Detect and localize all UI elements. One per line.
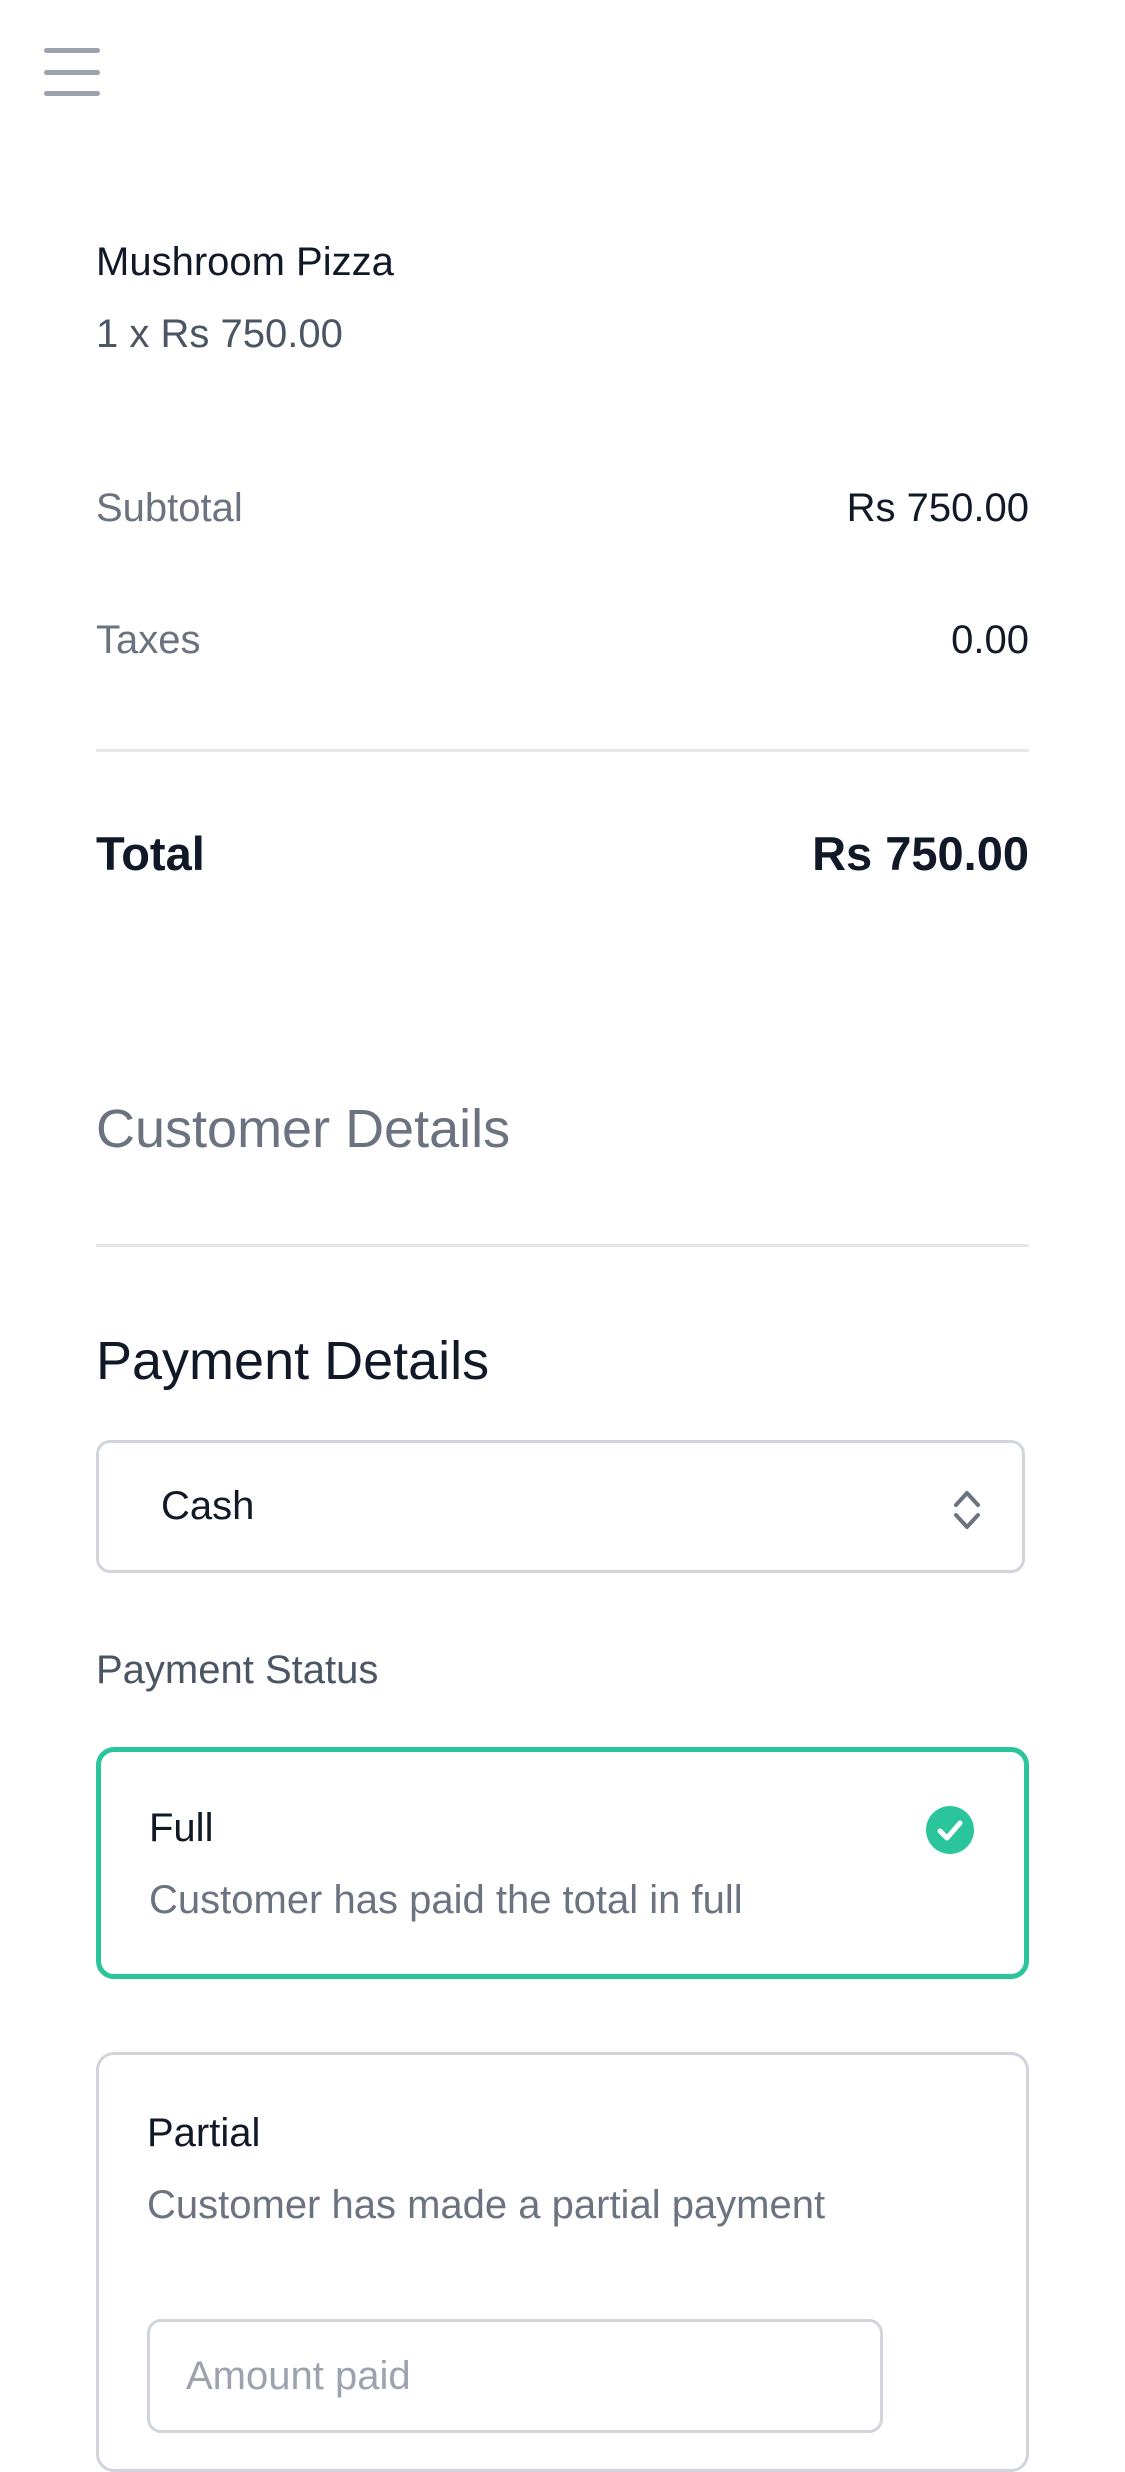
order-item-name: Mushroom Pizza xyxy=(96,240,394,284)
hamburger-menu-icon[interactable] xyxy=(44,48,100,96)
total-row: Total Rs 750.00 xyxy=(96,826,1029,881)
total-value: Rs 750.00 xyxy=(812,827,1029,880)
menu-line xyxy=(44,91,100,96)
summary-divider xyxy=(96,749,1029,752)
subtotal-value: Rs 750.00 xyxy=(846,486,1029,530)
option-full-title: Full xyxy=(149,1806,214,1850)
menu-line xyxy=(44,69,100,75)
amount-paid-input[interactable] xyxy=(147,2319,883,2433)
payment-option-full[interactable]: Full Customer has paid the total in full xyxy=(96,1747,1029,1979)
option-full-description: Customer has paid the total in full xyxy=(149,1878,743,1922)
select-arrows-icon xyxy=(954,1491,980,1529)
subtotal-row: Subtotal Rs 750.00 xyxy=(96,486,1029,531)
check-circle-icon xyxy=(926,1806,974,1854)
payment-method-select[interactable]: Cash xyxy=(96,1440,1025,1573)
taxes-value: 0.00 xyxy=(951,618,1029,662)
customer-details-title[interactable]: Customer Details xyxy=(96,1098,510,1160)
option-partial-description: Customer has made a partial payment xyxy=(147,2183,826,2227)
payment-option-partial[interactable]: Partial Customer has made a partial paym… xyxy=(96,2052,1029,2472)
option-partial-title: Partial xyxy=(147,2111,261,2155)
section-divider xyxy=(96,1244,1029,1247)
taxes-label: Taxes xyxy=(96,618,201,662)
payment-status-label: Payment Status xyxy=(96,1648,379,1692)
menu-line xyxy=(44,48,100,53)
order-item-quantity-price: 1 x Rs 750.00 xyxy=(96,312,343,356)
taxes-row: Taxes 0.00 xyxy=(96,618,1029,663)
total-label: Total xyxy=(96,827,205,880)
payment-method-value: Cash xyxy=(161,1484,255,1528)
subtotal-label: Subtotal xyxy=(96,486,243,530)
payment-details-title: Payment Details xyxy=(96,1331,490,1391)
